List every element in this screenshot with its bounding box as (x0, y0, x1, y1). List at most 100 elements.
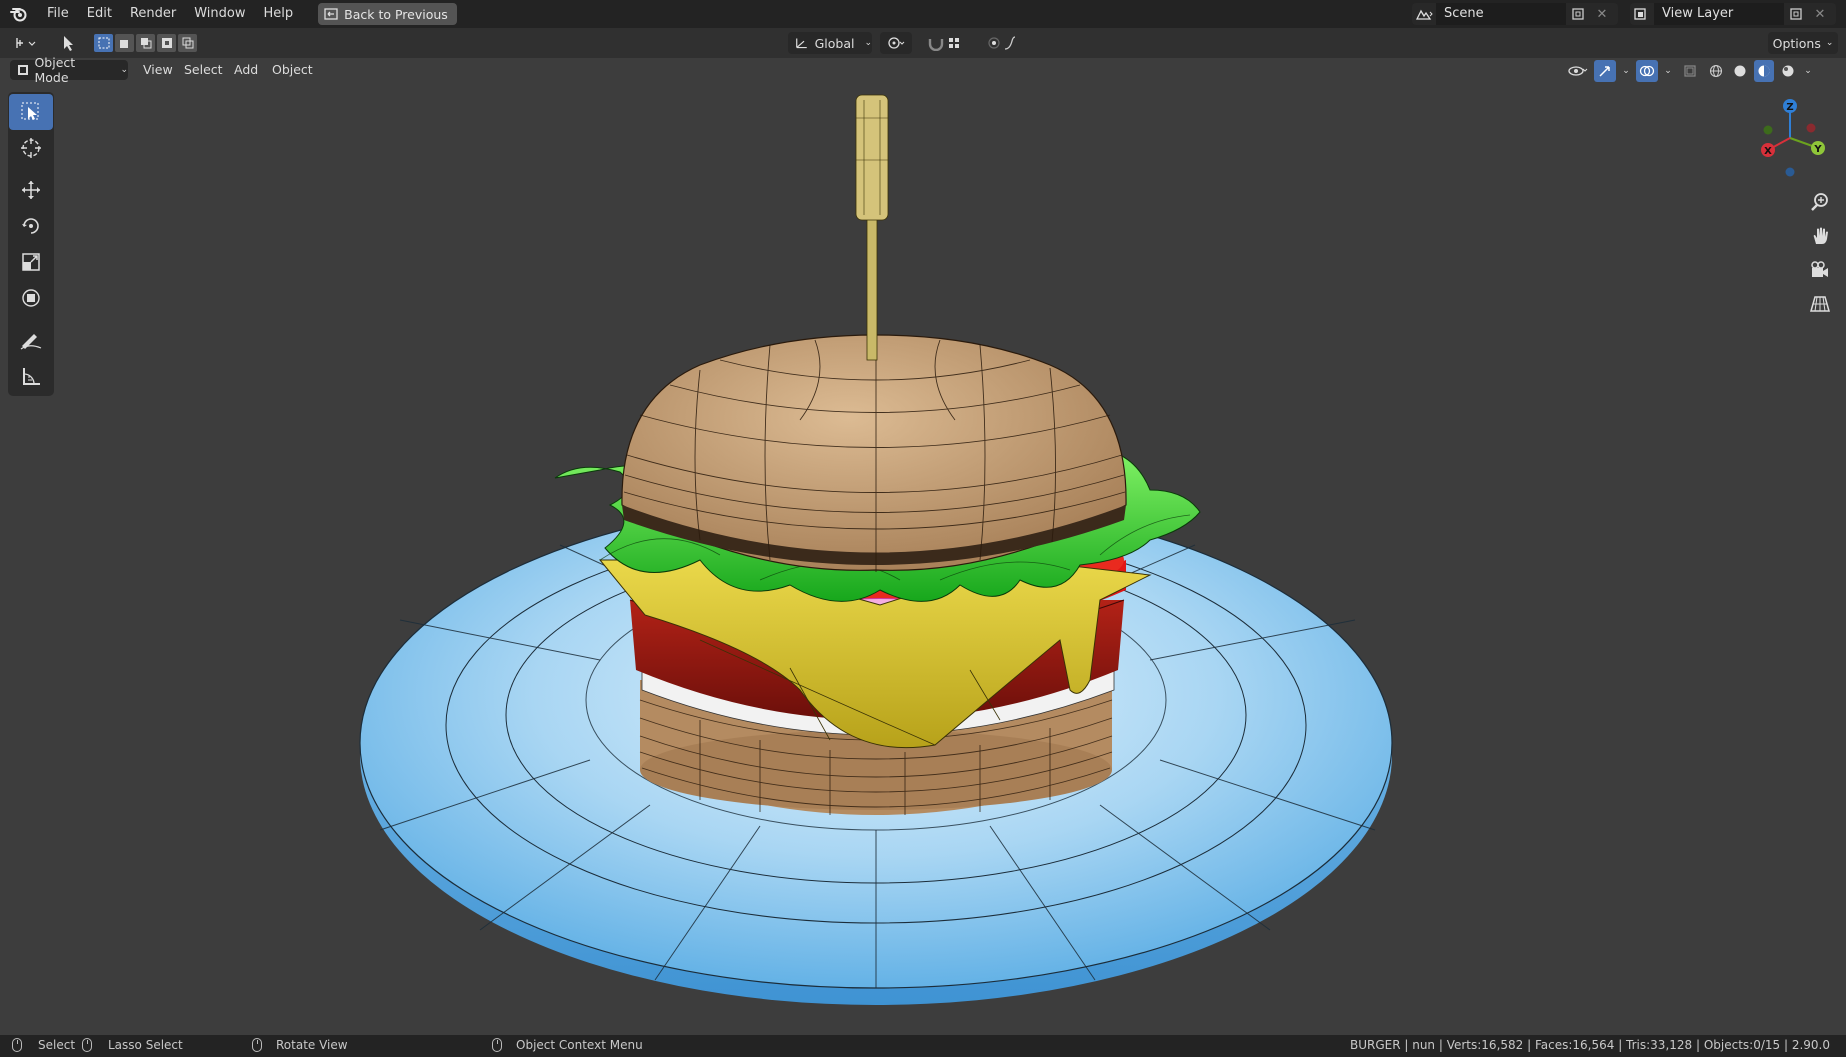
y-axis-label: Y (1813, 144, 1822, 155)
view-layer-name-field[interactable]: View Layer (1654, 3, 1784, 25)
pivot-point-dropdown[interactable] (880, 32, 912, 54)
magnet-icon (928, 39, 944, 51)
menu-object[interactable]: Object (266, 60, 319, 80)
mouse-left-icon (12, 1038, 22, 1052)
proportional-edit-icon (988, 37, 1000, 49)
select-new-icon[interactable] (94, 34, 113, 52)
viewport-navigation-tools (1806, 185, 1834, 321)
select-subtract-icon[interactable] (136, 34, 155, 52)
chevron-down-icon[interactable]: ⌄ (1662, 60, 1674, 82)
chevron-down-icon: ⌄ (120, 65, 128, 75)
status-rotate: Rotate View (252, 1038, 348, 1052)
transform-tool-button[interactable] (8, 280, 54, 316)
blender-logo-icon[interactable] (0, 6, 38, 22)
chevron-down-icon: ⌄ (1825, 38, 1834, 48)
rotate-tool-button[interactable] (8, 208, 54, 244)
chevron-down-icon[interactable]: ⌄ (1802, 60, 1814, 82)
chevron-down-icon[interactable]: ⌄ (1620, 60, 1632, 82)
annotate-pencil-icon (20, 334, 42, 350)
status-lasso: Lasso Select (82, 1038, 183, 1052)
neg-x-axis-handle[interactable] (1806, 123, 1816, 133)
new-view-layer-icon[interactable] (1784, 3, 1808, 25)
scene-statistics: BURGER | nun | Verts:16,582 | Faces:16,5… (1349, 1038, 1830, 1052)
orientation-icon (796, 38, 807, 49)
editor-type-button[interactable] (10, 32, 42, 54)
proportional-editing[interactable] (980, 32, 1030, 54)
solid-shading-icon[interactable] (1730, 60, 1750, 82)
viewport-header: Object Mode ⌄ View Select Add Object ⌄ ⌄… (0, 55, 1846, 85)
transform-icon (22, 289, 40, 307)
close-scene-icon[interactable]: ✕ (1590, 3, 1614, 25)
menu-render[interactable]: Render (121, 0, 185, 28)
wireframe-shading-icon[interactable] (1706, 60, 1726, 82)
navigation-gizmo[interactable]: Z Y X (1746, 90, 1836, 180)
object-mode-dropdown[interactable]: Object Mode ⌄ (10, 55, 128, 85)
rendered-shading-icon[interactable] (1778, 60, 1798, 82)
menu-view[interactable]: View (137, 60, 179, 80)
menu-window[interactable]: Window (185, 0, 254, 28)
object-mode-label: Object Mode (34, 55, 76, 85)
perspective-toggle-button[interactable] (1806, 287, 1834, 321)
zoom-magnifier-icon (1811, 193, 1828, 211)
scene-selector[interactable]: Scene ✕ (1412, 3, 1618, 25)
select-intersect-icon[interactable] (178, 34, 197, 52)
back-to-previous-button[interactable]: Back to Previous (318, 3, 457, 25)
select-invert-icon[interactable] (157, 34, 176, 52)
options-dropdown[interactable]: Options ⌄ (1768, 32, 1838, 54)
snapping-controls[interactable] (918, 32, 974, 54)
3d-viewport[interactable] (0, 82, 1846, 1035)
close-view-layer-icon[interactable]: ✕ (1808, 3, 1832, 25)
scene-name-field[interactable]: Scene (1436, 3, 1566, 25)
left-toolbar (8, 92, 54, 396)
camera-icon (1811, 261, 1828, 277)
menu-file[interactable]: File (38, 0, 78, 28)
material-shading-icon[interactable] (1754, 60, 1774, 82)
status-context: Object Context Menu (492, 1038, 643, 1052)
3d-cursor-icon (21, 138, 41, 158)
gizmo-toggle-icon[interactable] (1594, 60, 1616, 82)
neg-y-axis-handle[interactable] (1763, 125, 1773, 135)
overlays-icon[interactable] (1636, 60, 1658, 82)
status-context-label: Object Context Menu (516, 1038, 643, 1052)
object-mode-icon (18, 65, 28, 75)
mouse-middle-icon (252, 1038, 262, 1052)
transform-orientation-dropdown[interactable]: Global ⌄ (788, 32, 872, 54)
measure-ruler-icon (23, 368, 40, 385)
selection-mode-group[interactable] (94, 34, 197, 52)
new-scene-icon[interactable] (1566, 3, 1590, 25)
camera-view-button[interactable] (1806, 253, 1834, 287)
select-extend-icon[interactable] (115, 34, 134, 52)
neg-z-axis-handle[interactable] (1785, 167, 1795, 177)
measure-tool-button[interactable] (8, 358, 54, 394)
status-lasso-label: Lasso Select (108, 1038, 183, 1052)
snap-grid-icon (949, 38, 959, 48)
scene-icon (1412, 3, 1436, 25)
scale-tool-button[interactable] (8, 244, 54, 280)
status-select: Select (12, 1038, 75, 1052)
menu-help[interactable]: Help (255, 0, 303, 28)
mouse-drag-icon (82, 1038, 92, 1052)
top-bun[interactable] (621, 334, 1127, 572)
transform-orientation-label: Global (814, 35, 855, 51)
editor-type-icon (16, 38, 36, 48)
cursor-tool-button[interactable] (8, 130, 54, 166)
back-icon (324, 8, 338, 20)
menu-add[interactable]: Add (228, 60, 264, 80)
xray-icon[interactable] (1678, 60, 1702, 82)
annotate-tool-button[interactable] (8, 322, 54, 358)
pan-button[interactable] (1806, 219, 1834, 253)
rotate-icon (22, 218, 39, 234)
move-tool-button[interactable] (8, 172, 54, 208)
zoom-button[interactable] (1806, 185, 1834, 219)
tool-settings-header: Global ⌄ Options ⌄ (0, 28, 1846, 58)
active-tool-button[interactable] (54, 32, 82, 54)
x-axis-label: X (1764, 146, 1772, 157)
select-tool-button[interactable] (9, 94, 53, 130)
view-layer-selector[interactable]: View Layer ✕ (1630, 3, 1836, 25)
toothpick[interactable] (855, 94, 889, 361)
visibility-eye-icon[interactable] (1566, 60, 1590, 82)
menu-select[interactable]: Select (178, 60, 229, 80)
burger-scene[interactable] (0, 82, 1846, 1035)
view-layer-icon (1630, 3, 1654, 25)
menu-edit[interactable]: Edit (78, 0, 121, 28)
